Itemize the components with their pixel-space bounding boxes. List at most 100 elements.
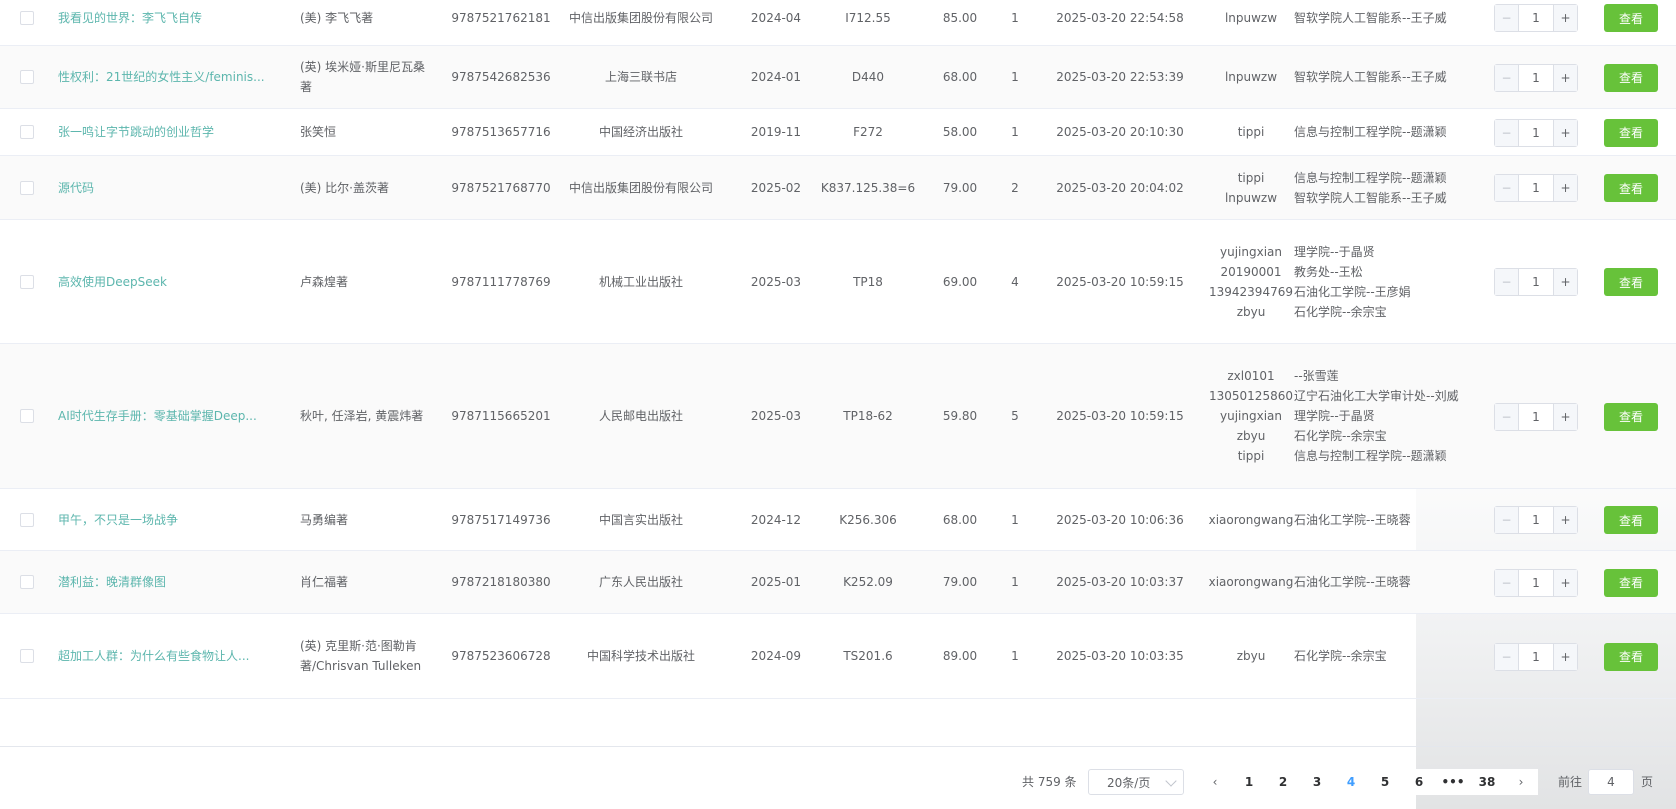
decrement-button[interactable]: − <box>1495 175 1519 201</box>
increment-button[interactable]: + <box>1553 643 1577 670</box>
quantity-value[interactable]: 1 <box>1519 5 1553 31</box>
quantity-stepper[interactable]: −1 + <box>1494 118 1578 147</box>
jump-label: 前往 <box>1558 775 1583 789</box>
page-number-5[interactable]: 5 <box>1368 769 1402 795</box>
cell-depts: --张雪莲 辽宁石油化工大学审计处--刘威 理学院--于晶贤 石化学院--余宗宝… <box>1294 369 1459 463</box>
cell-users: yujingxian 20190001 13942394769 zbyu <box>1209 244 1293 319</box>
view-button[interactable]: 查看 <box>1604 174 1658 202</box>
quantity-stepper[interactable]: −1 + <box>1494 506 1578 534</box>
cell-title[interactable]: 我看见的世界：李飞飞自传 <box>58 8 288 28</box>
increment-button[interactable]: + <box>1553 119 1577 146</box>
next-page-button[interactable]: › <box>1504 769 1538 795</box>
cell-isbn: 9787513657716 <box>451 125 551 139</box>
row-checkbox[interactable] <box>20 70 34 84</box>
quantity-stepper[interactable]: −1 + <box>1494 402 1578 431</box>
view-button[interactable]: 查看 <box>1604 118 1658 147</box>
total-count: 共 759 条 <box>1022 775 1077 789</box>
row-checkbox[interactable] <box>20 180 34 195</box>
page-number-2[interactable]: 2 <box>1266 769 1300 795</box>
increment-button[interactable]: + <box>1553 64 1577 91</box>
cell-users: tippi lnpuwzw <box>1224 170 1278 205</box>
quantity-value[interactable]: 1 <box>1519 120 1553 146</box>
row-checkbox[interactable] <box>20 409 34 423</box>
cell-title[interactable]: 源代码 <box>58 178 288 198</box>
row-checkbox[interactable] <box>20 10 34 25</box>
page-number-1[interactable]: 1 <box>1232 769 1266 795</box>
quantity-value[interactable]: 1 <box>1519 65 1553 91</box>
increment-button[interactable]: + <box>1553 569 1577 596</box>
cell-publisher: 人民邮电出版社 <box>598 409 683 423</box>
cell-publisher: 上海三联书店 <box>604 70 677 84</box>
page-number-4[interactable]: 4 <box>1334 769 1368 795</box>
quantity-value[interactable]: 1 <box>1519 507 1553 533</box>
decrement-button[interactable]: − <box>1495 5 1519 31</box>
more-pages-button[interactable]: ••• <box>1436 769 1470 795</box>
cell-price: 79.00 <box>942 180 978 195</box>
increment-button[interactable]: + <box>1553 269 1577 295</box>
decrement-button[interactable]: − <box>1495 269 1519 295</box>
page-jump-input[interactable] <box>1588 769 1634 795</box>
page-number-6[interactable]: 6 <box>1402 769 1436 795</box>
quantity-stepper[interactable]: −1 + <box>1494 642 1578 671</box>
quantity-stepper[interactable]: −1 + <box>1494 63 1578 92</box>
row-checkbox[interactable] <box>20 575 34 589</box>
cell-title[interactable]: AI时代生存手册：零基础掌握Deep... <box>58 406 288 426</box>
page-size-select[interactable]: 20条/页 <box>1088 769 1184 795</box>
decrement-button[interactable]: − <box>1495 507 1519 533</box>
table-row: 源代码 (美) 比尔·盖茨著 9787521768770 中信出版集团股份有限公司 20… <box>0 156 1676 220</box>
cell-count: 1 <box>1011 10 1019 25</box>
decrement-button[interactable]: − <box>1495 403 1519 430</box>
cell-author: (英) 埃米娅·斯里尼瓦桑著 <box>300 60 425 94</box>
cell-title[interactable]: 超加工人群：为什么有些食物让人... <box>58 646 288 666</box>
cell-price: 69.00 <box>942 274 978 289</box>
pagination: 共 759 条 20条/页 ‹123456•••38› 前往 页 <box>0 769 1676 795</box>
cell-class-no: TS201.6 <box>843 649 893 663</box>
cell-class-no: TP18 <box>853 274 883 289</box>
decrement-button[interactable]: − <box>1495 569 1519 596</box>
cell-title[interactable]: 潜利益：晚清群像图 <box>58 572 288 592</box>
cell-author: 卢森煌著 <box>300 274 349 289</box>
quantity-value[interactable]: 1 <box>1519 644 1553 670</box>
quantity-value[interactable]: 1 <box>1519 175 1553 201</box>
cell-date: 2024-04 <box>750 10 802 25</box>
row-checkbox[interactable] <box>20 125 34 139</box>
increment-button[interactable]: + <box>1553 403 1577 430</box>
increment-button[interactable]: + <box>1553 175 1577 201</box>
row-checkbox[interactable] <box>20 649 34 663</box>
quantity-value[interactable]: 1 <box>1519 269 1553 295</box>
cell-class-no: I712.55 <box>845 10 891 25</box>
cell-price: 59.80 <box>942 409 978 423</box>
decrement-button[interactable]: − <box>1495 119 1519 146</box>
view-button[interactable]: 查看 <box>1604 4 1658 32</box>
quantity-value[interactable]: 1 <box>1519 404 1553 430</box>
view-button[interactable]: 查看 <box>1604 642 1658 671</box>
page-number-3[interactable]: 3 <box>1300 769 1334 795</box>
quantity-value[interactable]: 1 <box>1519 570 1553 596</box>
cell-isbn: 9787523606728 <box>451 649 551 663</box>
view-button[interactable]: 查看 <box>1604 568 1658 597</box>
quantity-stepper[interactable]: −1 + <box>1494 568 1578 597</box>
view-button[interactable]: 查看 <box>1604 402 1658 431</box>
cell-depts: 智软学院人工智能系--王子威 <box>1294 10 1447 25</box>
increment-button[interactable]: + <box>1553 507 1577 533</box>
cell-author: 肖仁福著 <box>300 575 349 589</box>
page-number-38[interactable]: 38 <box>1470 769 1504 795</box>
row-checkbox[interactable] <box>20 274 34 289</box>
cell-title[interactable]: 张一鸣让字节跳动的创业哲学 <box>58 122 288 142</box>
cell-title[interactable]: 高效使用DeepSeek <box>58 272 288 292</box>
view-button[interactable]: 查看 <box>1604 268 1658 296</box>
view-button[interactable]: 查看 <box>1604 63 1658 92</box>
cell-isbn: 9787521762181 <box>451 10 551 25</box>
quantity-stepper[interactable]: −1 + <box>1494 174 1578 202</box>
cell-users: zxl0101 13050125860 yujingxian zbyu tipp… <box>1209 369 1293 463</box>
cell-title[interactable]: 甲午，不只是一场战争 <box>58 510 288 530</box>
view-button[interactable]: 查看 <box>1604 506 1658 534</box>
cell-title[interactable]: 性权利：21世纪的女性主义/feminis... <box>58 67 288 87</box>
decrement-button[interactable]: − <box>1495 64 1519 91</box>
quantity-stepper[interactable]: −1 + <box>1494 268 1578 296</box>
increment-button[interactable]: + <box>1553 5 1577 31</box>
decrement-button[interactable]: − <box>1495 643 1519 670</box>
prev-page-button[interactable]: ‹ <box>1198 769 1232 795</box>
row-checkbox[interactable] <box>20 512 34 527</box>
quantity-stepper[interactable]: −1 + <box>1494 4 1578 32</box>
